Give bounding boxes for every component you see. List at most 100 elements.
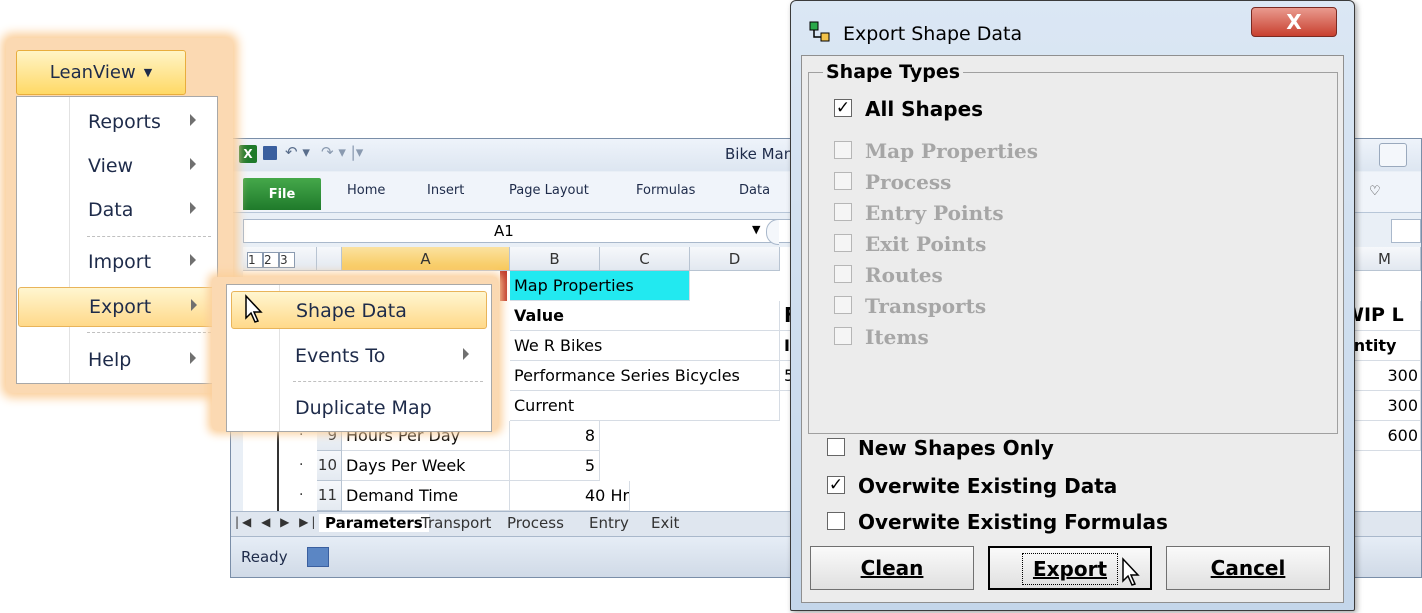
menu-separator [87, 236, 211, 237]
menu-item-view[interactable]: View [18, 147, 216, 187]
export-button-label: Export [1032, 557, 1108, 581]
cell-b1[interactable]: Map Properties [510, 271, 690, 301]
check-box [834, 265, 852, 283]
cancel-button-label: Cancel [1210, 556, 1286, 580]
leanview-label: LeanView [49, 62, 136, 83]
outline-level-3[interactable]: 3 [279, 252, 295, 268]
menu-item-label: Data [88, 199, 134, 221]
sheet-tab-parameters[interactable]: Parameters [319, 514, 429, 532]
tab-file[interactable]: File [243, 178, 321, 210]
tab-data[interactable]: Data [739, 183, 770, 198]
outline-dot: · [299, 487, 304, 503]
checkbox-label: Overwite Existing Formulas [858, 510, 1168, 534]
formula-bar-input[interactable] [1391, 219, 1421, 243]
column-header-d[interactable]: D [690, 247, 780, 271]
menu-item-label: Reports [88, 111, 161, 133]
checkbox-label: All Shapes [865, 97, 984, 121]
check-box[interactable] [827, 438, 845, 456]
tab-home[interactable]: Home [347, 183, 385, 198]
submenu-item-label: Duplicate Map [295, 397, 432, 419]
chevron-right-icon [190, 202, 196, 214]
menu-item-label: Help [88, 349, 132, 371]
menu-item-data[interactable]: Data [18, 191, 216, 231]
cell-a10[interactable]: Days Per Week [342, 451, 510, 481]
tab-formulas[interactable]: Formulas [636, 183, 695, 198]
close-button[interactable]: X [1251, 7, 1337, 37]
chevron-down-icon[interactable]: ▼ [752, 223, 760, 236]
shape-types-legend: Shape Types [823, 61, 964, 83]
tab-insert[interactable]: Insert [427, 183, 464, 198]
check-box [834, 141, 852, 159]
cell-b5[interactable]: Current [510, 391, 780, 421]
clean-button[interactable]: Clean [810, 546, 974, 590]
save-icon[interactable] [263, 146, 277, 160]
checkbox-label: Exit Points [865, 232, 987, 256]
status-text: Ready [241, 548, 288, 566]
cell-b3[interactable]: We R Bikes [510, 331, 780, 361]
checkbox-label: Transports [865, 294, 987, 318]
macro-record-icon[interactable] [307, 547, 329, 567]
select-all-corner[interactable] [317, 247, 342, 271]
outline-levels: 123 [243, 247, 317, 271]
menu-separator [87, 332, 211, 333]
menu-separator [293, 381, 483, 382]
cell-b10[interactable]: 5 [510, 451, 600, 481]
column-header-b[interactable]: B [510, 247, 600, 271]
overwrite-data-check-box[interactable]: ✓ [827, 476, 845, 494]
redo-icon[interactable]: ↷ ▾ |▾ [321, 143, 363, 161]
menu-item-import[interactable]: Import [18, 243, 216, 283]
check-box [834, 203, 852, 221]
menu-item-label: View [88, 155, 134, 177]
submenu-item-shape-data[interactable]: Shape Data [231, 291, 487, 329]
sheet-tab-entry[interactable]: Entry [589, 514, 629, 532]
shape-data-icon [809, 21, 830, 42]
name-box-value: A1 [494, 222, 514, 240]
chevron-right-icon [190, 352, 196, 364]
mouse-cursor-icon [245, 294, 263, 323]
menu-item-label: Import [88, 251, 152, 273]
name-box[interactable]: A1 ▼ [243, 219, 798, 243]
outline-level-1[interactable]: 1 [247, 252, 263, 268]
chevron-right-icon [190, 254, 196, 266]
restore-window-button[interactable] [1379, 143, 1407, 167]
menu-item-label: Export [89, 296, 152, 318]
selected-cell-edge [500, 271, 507, 301]
cell-b11[interactable]: 40 Hrs [510, 481, 630, 511]
row-header-11[interactable]: 11 [317, 481, 342, 511]
submenu-item-events-to[interactable]: Events To [231, 337, 487, 375]
column-header-c[interactable]: C [600, 247, 690, 271]
all-shapes-check-box[interactable]: ✓ [834, 99, 852, 117]
checkbox-label: Map Properties [865, 139, 1039, 163]
checkbox-label: Process [865, 170, 952, 194]
outline-level-2[interactable]: 2 [263, 252, 279, 268]
help-heart-icon[interactable]: ♡ [1369, 184, 1381, 199]
dialog-body: Shape Types ✓ All Shapes Map Properties … [801, 55, 1344, 603]
sheet-tab-exit[interactable]: Exit [651, 514, 679, 532]
menu-item-help[interactable]: Help [18, 341, 216, 381]
cell-a11[interactable]: Demand Time [342, 481, 510, 511]
cell-b4[interactable]: Performance Series Bicycles [510, 361, 780, 391]
row-header-10[interactable]: 10 [317, 451, 342, 481]
check-box [834, 327, 852, 345]
submenu-item-duplicate-map[interactable]: Duplicate Map [231, 389, 487, 427]
sheet-nav-arrows-icon[interactable]: |◀ ◀ ▶ ▶| [235, 515, 318, 529]
sheet-tab-transport[interactable]: Transport [421, 514, 491, 532]
cancel-button[interactable]: Cancel [1166, 546, 1330, 590]
menu-item-export[interactable]: Export [18, 287, 216, 327]
checkbox-label: Items [865, 325, 929, 349]
leanview-menu-button[interactable]: LeanView ▼ [16, 50, 186, 95]
cell-b9[interactable]: 8 [510, 421, 600, 451]
shape-types-group: Shape Types ✓ All Shapes Map Properties … [808, 61, 1338, 434]
undo-icon[interactable]: ↶ ▾ [285, 143, 310, 161]
chevron-down-icon: ▼ [143, 66, 153, 79]
menu-item-reports[interactable]: Reports [18, 103, 216, 143]
column-header-m[interactable]: M [1349, 247, 1421, 271]
column-header-a[interactable]: A [342, 247, 510, 271]
check-box[interactable] [827, 512, 845, 530]
export-shape-data-dialog: Export Shape Data X Shape Types ✓ All Sh… [790, 0, 1355, 611]
sheet-tab-process[interactable]: Process [507, 514, 564, 532]
tab-page-layout[interactable]: Page Layout [509, 183, 589, 198]
mouse-cursor-icon [1122, 557, 1140, 586]
cell-b2[interactable]: Value [510, 301, 780, 331]
check-box [834, 172, 852, 190]
